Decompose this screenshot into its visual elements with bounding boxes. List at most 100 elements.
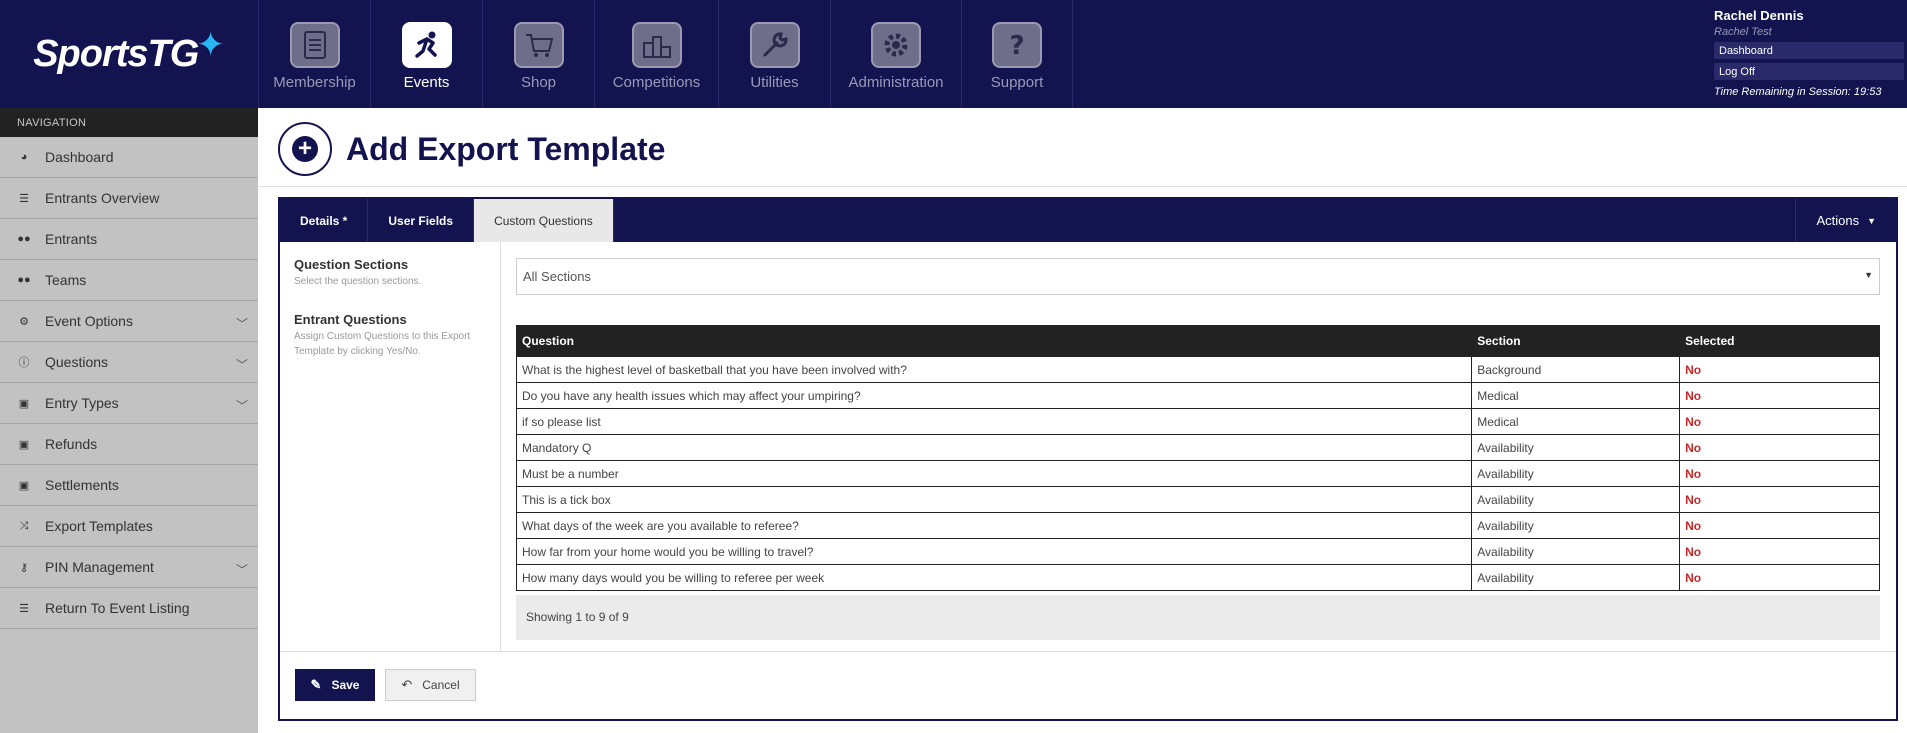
question-cell: if so please list — [515, 408, 1473, 435]
question-cell: Mandatory Q — [515, 434, 1473, 461]
user-link-logoff[interactable]: Log Off — [1714, 63, 1904, 80]
section-cell: Availability — [1471, 512, 1681, 539]
table-info: Showing 1 to 9 of 9 — [516, 595, 1880, 640]
money-icon: ▣ — [18, 438, 30, 451]
selected-toggle[interactable]: No — [1679, 512, 1880, 539]
selected-toggle[interactable]: No — [1679, 564, 1880, 591]
form-labels-column: Question Sections Select the question se… — [280, 242, 501, 651]
sidebar-item-label: Refunds — [45, 436, 98, 452]
top-bar: SportsTG ✦ Membership Events Shop Compet… — [0, 0, 1907, 108]
actions-dropdown[interactable]: Actions ▼ — [1795, 199, 1896, 242]
key-icon: ⚷ — [19, 561, 29, 574]
sidebar-item-label: Settlements — [45, 477, 119, 493]
logo-star-icon: ✦ — [196, 26, 225, 64]
sidebar-item-event-options[interactable]: ⚙ Event Options ﹀ — [0, 301, 258, 342]
save-button[interactable]: ✎ Save — [295, 669, 375, 701]
top-nav-administration[interactable]: Administration — [830, 0, 961, 108]
top-nav-support[interactable]: ? Support — [961, 0, 1073, 108]
table-row: This is a tick box Availability No — [515, 486, 1880, 513]
table-row: How far from your home would you be will… — [515, 538, 1880, 565]
page-header: + Add Export Template — [278, 121, 665, 177]
entrant-questions-help: Assign Custom Questions to this Export T… — [294, 331, 471, 357]
top-nav-label: Administration — [848, 74, 944, 91]
sportstg-logo[interactable]: SportsTG ✦ — [0, 0, 258, 108]
user-org: Rachel Test — [1714, 26, 1772, 38]
wrench-icon — [749, 22, 800, 68]
sidebar-item-return-to-event-listing[interactable]: ☰ Return To Event Listing — [0, 588, 258, 629]
table-header-row: Question Section Selected — [515, 325, 1880, 357]
table-row: Do you have any health issues which may … — [515, 382, 1880, 409]
top-nav-utilities[interactable]: Utilities — [718, 0, 830, 108]
list-icon: ☰ — [19, 192, 29, 205]
sidebar-item-questions[interactable]: ⓘ Questions ﹀ — [0, 342, 258, 383]
column-header-selected[interactable]: Selected — [1679, 325, 1880, 357]
selected-toggle[interactable]: No — [1679, 460, 1880, 487]
sidebar-item-pin-management[interactable]: ⚷ PIN Management ﹀ — [0, 547, 258, 588]
question-cell: What days of the week are you available … — [515, 512, 1473, 539]
top-nav-membership[interactable]: Membership — [258, 0, 370, 108]
entrant-questions-label: Entrant Questions — [294, 312, 407, 327]
footer-divider — [280, 651, 1896, 652]
selected-toggle[interactable]: No — [1679, 382, 1880, 409]
sidebar-item-dashboard[interactable]: ◕ Dashboard — [0, 137, 258, 178]
cancel-button[interactable]: ↶ Cancel — [385, 669, 476, 701]
sidebar-item-export-templates[interactable]: ⤨ Export Templates — [0, 506, 258, 547]
question-cell: This is a tick box — [515, 486, 1473, 513]
top-nav-label: Events — [403, 74, 450, 91]
dashboard-icon: ◕ — [20, 151, 28, 163]
entrant-questions-table: Question Section Selected What is the hi… — [515, 325, 1880, 591]
column-header-section[interactable]: Section — [1471, 325, 1681, 357]
sidebar-item-settlements[interactable]: ▣ Settlements — [0, 465, 258, 506]
table-row: Mandatory Q Availability No — [515, 434, 1880, 461]
chevron-down-icon: ﹀ — [235, 399, 248, 413]
table-row: if so please list Medical No — [515, 408, 1880, 435]
top-nav-competitions[interactable]: Competitions — [594, 0, 718, 108]
table-row: What days of the week are you available … — [515, 512, 1880, 539]
sidebar-item-label: Return To Event Listing — [45, 600, 190, 616]
sidebar-item-entrants-overview[interactable]: ☰ Entrants Overview — [0, 178, 258, 219]
undo-icon: ↶ — [401, 677, 413, 692]
info-icon: ⓘ — [18, 357, 30, 369]
top-nav-shop[interactable]: Shop — [482, 0, 594, 108]
table-row: Must be a number Availability No — [515, 460, 1880, 487]
sidebar-item-teams[interactable]: ●● Teams — [0, 260, 258, 301]
selected-toggle[interactable]: No — [1679, 356, 1880, 383]
users-icon: ●● — [17, 274, 31, 286]
select-value: All Sections — [523, 269, 591, 284]
table-row: What is the highest level of basketball … — [515, 356, 1880, 383]
tab-custom-questions[interactable]: Custom Questions — [474, 199, 614, 242]
selected-toggle[interactable]: No — [1679, 538, 1880, 565]
question-cell: How far from your home would you be will… — [515, 538, 1473, 565]
sidebar-item-entry-types[interactable]: ▣ Entry Types ﹀ — [0, 383, 258, 424]
sidebar-item-entrants[interactable]: ●● Entrants — [0, 219, 258, 260]
tab-details[interactable]: Details * — [280, 199, 369, 242]
podium-icon — [631, 22, 682, 68]
section-cell: Availability — [1471, 564, 1681, 591]
cancel-label: Cancel — [422, 678, 460, 692]
sidebar-item-label: PIN Management — [45, 559, 154, 575]
selected-toggle[interactable]: No — [1679, 408, 1880, 435]
page-title: Add Export Template — [346, 130, 666, 167]
actions-label: Actions — [1816, 213, 1860, 228]
question-cell: Must be a number — [515, 460, 1473, 487]
section-cell: Availability — [1471, 538, 1681, 565]
top-nav-events[interactable]: Events — [370, 0, 482, 108]
top-nav-label: Shop — [520, 74, 557, 91]
tab-user-fields[interactable]: User Fields — [368, 199, 475, 242]
section-cell: Background — [1471, 356, 1681, 383]
table-row: How many days would you be willing to re… — [515, 564, 1880, 591]
user-link-dashboard[interactable]: Dashboard — [1714, 42, 1904, 59]
question-sections-help: Select the question sections. — [294, 276, 422, 287]
clipboard-icon — [289, 22, 340, 68]
selected-toggle[interactable]: No — [1679, 486, 1880, 513]
sidebar-item-refunds[interactable]: ▣ Refunds — [0, 424, 258, 465]
column-header-question[interactable]: Question — [515, 325, 1473, 357]
question-cell: What is the highest level of basketball … — [515, 356, 1473, 383]
selected-toggle[interactable]: No — [1679, 434, 1880, 461]
question-sections-select[interactable]: All Sections ▼ — [516, 258, 1880, 295]
sidebar-item-label: Questions — [45, 354, 109, 370]
export-template-panel: Details * User Fields Custom Questions A… — [278, 197, 1898, 721]
sidebar-item-label: Dashboard — [45, 149, 114, 165]
chevron-down-icon: ﹀ — [235, 317, 248, 331]
money-icon: ▣ — [18, 479, 30, 492]
